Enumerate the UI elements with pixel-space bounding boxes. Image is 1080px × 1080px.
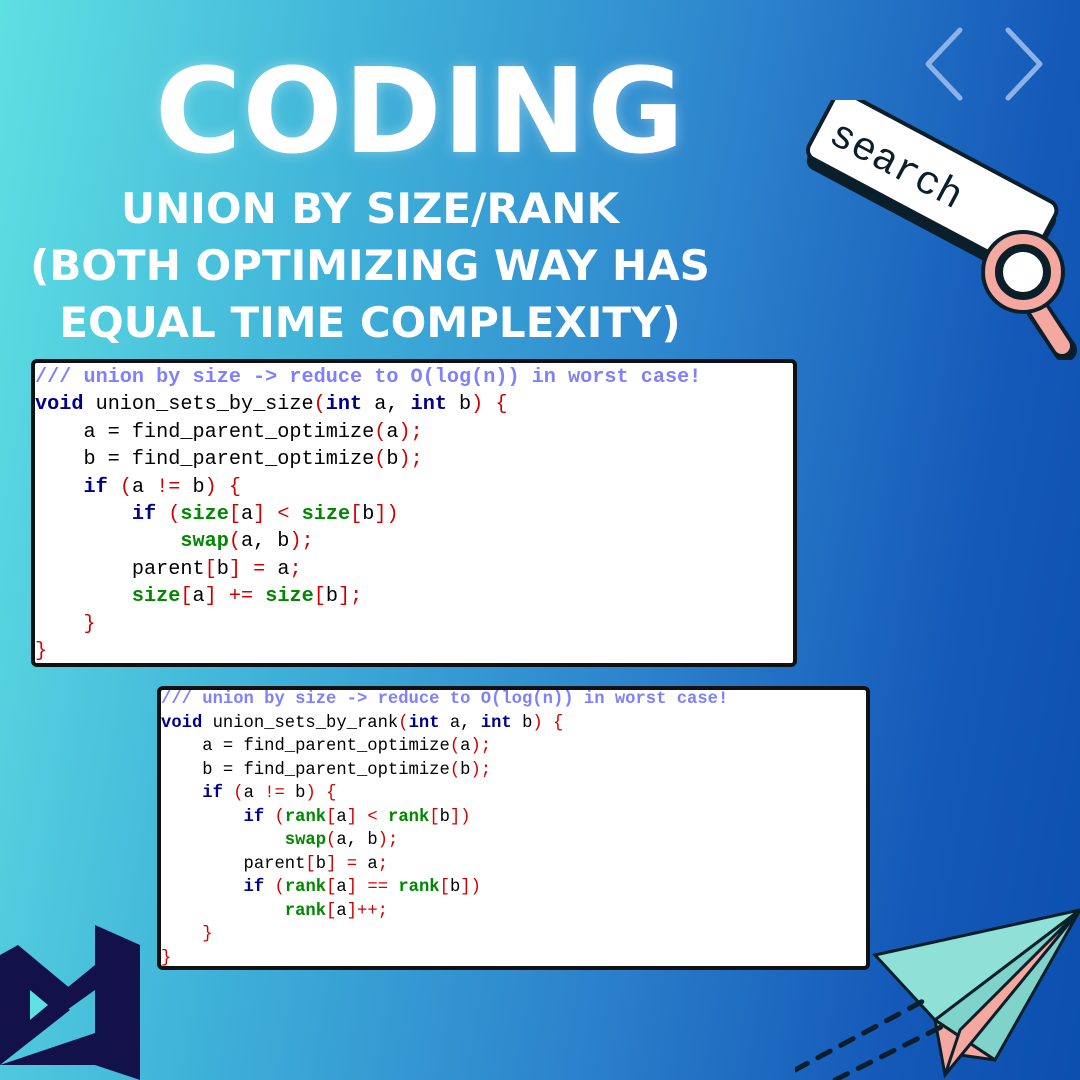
code-comment: /// union by size -> reduce to O(log(n))… [35,366,702,389]
code-box-size: /// union by size -> reduce to O(log(n))… [31,359,797,667]
code-box-rank: /// union by size -> reduce to O(log(n))… [157,686,870,970]
paper-plane-icon [795,908,1080,1080]
subtitle-line-1: UNION BY SIZE/RANK [120,184,619,233]
code-union-by-size: /// union by size -> reduce to O(log(n))… [35,366,702,664]
visual-studio-logo [0,925,140,1080]
code-comment: /// union by size -> reduce to O(log(n))… [161,690,729,709]
search-bar-icon: search [805,100,1077,360]
code-brackets-icon [925,27,1043,101]
subtitle-line-3: EQUAL TIME COMPLEXITY) [59,298,681,347]
code-union-by-rank: /// union by size -> reduce to O(log(n))… [161,690,729,968]
page-title: CODING [154,42,686,180]
subtitle-line-2: (BOTH OPTIMIZING WAY HAS [30,241,710,290]
subtitle: UNION BY SIZE/RANK (BOTH OPTIMIZING WAY … [10,180,730,351]
magnifier-icon [981,230,1077,360]
